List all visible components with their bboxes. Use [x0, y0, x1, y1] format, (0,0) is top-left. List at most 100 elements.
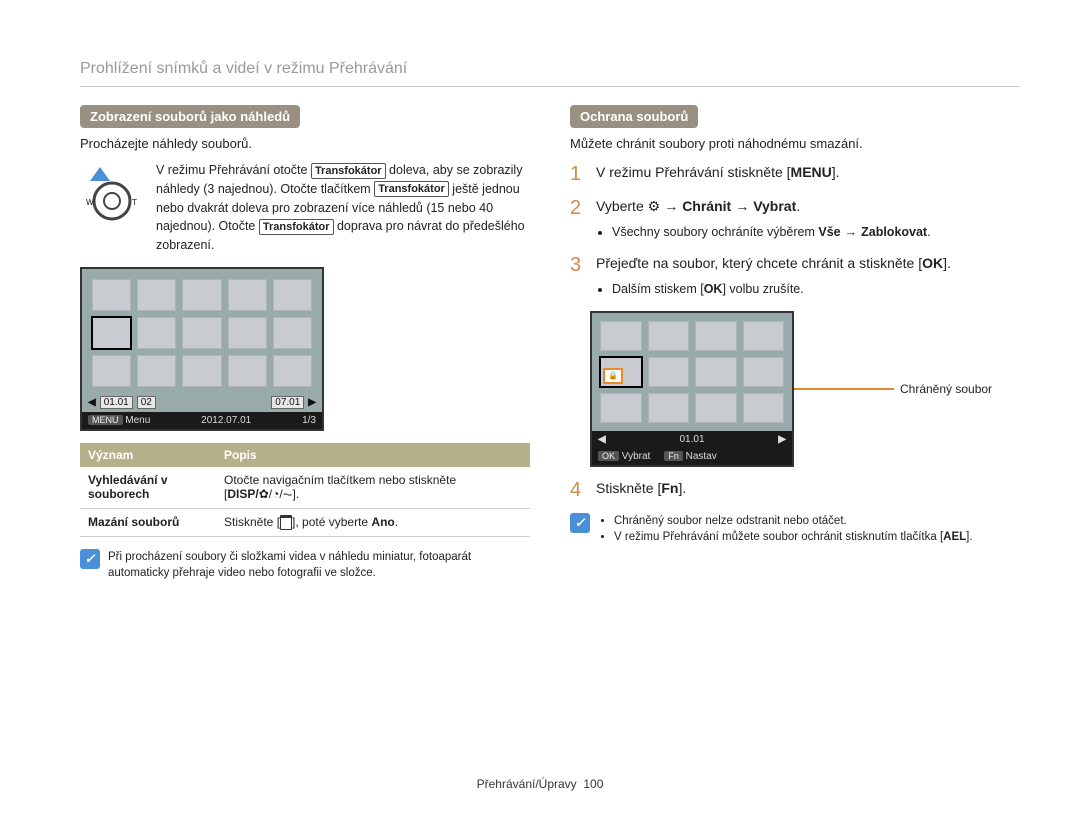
fn-label: Nastav: [686, 451, 717, 462]
svg-text:T: T: [132, 198, 137, 207]
thumbnails-date-bar: ◀ 01.01 02 07.01 ▶: [82, 393, 322, 412]
menu-key: MENU: [791, 164, 832, 180]
step-text: Přejeďte na soubor, který chcete chránit…: [596, 255, 922, 271]
gear-icon: ⚙: [648, 198, 661, 214]
thumbnail: [648, 393, 690, 423]
date-label: 2012.07.01: [201, 415, 251, 426]
wifi-icon: ⏦: [283, 487, 293, 501]
thumbnail: [273, 279, 312, 311]
note-block: ✓ Chráněný soubor nelze odstranit nebo o…: [570, 513, 1020, 545]
ok-pill: OK: [598, 451, 619, 461]
thumbnail: [137, 279, 176, 311]
note-item: Chráněný soubor nelze odstranit nebo otá…: [614, 513, 973, 529]
step-text: Stiskněte [: [596, 480, 661, 496]
flower-icon: ✿: [259, 487, 269, 501]
cell-desc: .: [395, 515, 398, 529]
thumbnail: [695, 321, 737, 351]
step-bullet: Dalším stiskem [OK] volbu zrušíte.: [612, 279, 1020, 299]
thumbnail: [137, 317, 176, 349]
bullet-text: ] volbu zrušíte.: [722, 282, 803, 296]
fn-pill: Fn: [664, 451, 683, 461]
thumbnail: [228, 317, 267, 349]
zoom-dial-icon: W T: [80, 161, 144, 225]
description-table: Význam Popis Vyhledávání v souborech Oto…: [80, 443, 530, 537]
thumbnail: [228, 279, 267, 311]
cell-desc: Otočte navigačním tlačítkem nebo stiskně…: [224, 473, 456, 487]
menu-label: Menu: [125, 415, 150, 426]
bullet-text: Dalším stiskem [: [612, 282, 704, 296]
thumbnail: [228, 355, 267, 387]
cell-label: souborech: [88, 487, 149, 501]
transfokator-button-3: Transfokátor: [259, 219, 334, 235]
note-text: ].: [966, 531, 972, 543]
ok-label: Vybrat: [622, 451, 651, 462]
fn-key: Fn: [661, 480, 678, 496]
thumbnail-selected: 🔒: [600, 357, 642, 387]
protect-bottom-bar: OK Vybrat Fn Nastav: [592, 448, 792, 465]
step-4: 4 Stiskněte [Fn].: [570, 477, 1020, 503]
thumbnail: [743, 357, 785, 387]
thumbnail: [600, 321, 642, 351]
arrow-left-icon: ◀: [598, 434, 606, 445]
step-bold: Chránit: [682, 198, 731, 214]
right-column: Ochrana souborů Můžete chránit soubory p…: [570, 105, 1020, 581]
callout-protected-file: Chráněný soubor: [900, 382, 992, 396]
page-indicator: 1/3: [302, 415, 316, 426]
disp-key: DISP/: [227, 487, 258, 501]
transfokator-button-1: Transfokátor: [311, 163, 386, 179]
step-number: 3: [570, 252, 586, 301]
footer-section: Přehrávání/Úpravy: [477, 777, 577, 791]
arrow-left-icon: ◀: [88, 397, 96, 408]
footer-page-number: 100: [583, 777, 603, 791]
step-text: ].: [943, 255, 951, 271]
thumbnail: [137, 355, 176, 387]
bullet-text: Všechny soubory ochráníte výběrem: [612, 225, 818, 239]
arrow-right-icon: →: [735, 198, 749, 214]
table-header-meaning: Význam: [80, 443, 216, 467]
info-icon: ✓: [80, 549, 100, 569]
step-number: 2: [570, 195, 586, 244]
thumbnails-intro: Procházejte náhledy souborů.: [80, 136, 530, 151]
thumbnails-bottom-bar: MENU Menu 2012.07.01 1/3: [82, 412, 322, 429]
date-box: 01.01: [100, 396, 133, 409]
timer-icon: ◔: [272, 487, 279, 501]
section-heading-protect: Ochrana souborů: [570, 105, 698, 128]
thumbnail: [92, 279, 131, 311]
thumbnail: [92, 355, 131, 387]
step-2: 2 Vyberte ⚙→Chránit→Vybrat. Všechny soub…: [570, 195, 1020, 244]
thumbnail-selected: [92, 317, 131, 349]
bullet-bold: Vše: [818, 225, 840, 239]
step-text: V režimu Přehrávání stiskněte [: [596, 164, 791, 180]
cell-bold: Ano: [371, 515, 394, 529]
step-text: ].: [832, 164, 840, 180]
thumbnail: [648, 357, 690, 387]
thumbnail: [182, 355, 221, 387]
step-text: Vyberte: [596, 198, 648, 214]
ok-key: OK: [922, 255, 943, 271]
arrow-right-icon: ▶: [778, 434, 786, 445]
protect-intro: Můžete chránit soubory proti náhodnému s…: [570, 136, 1020, 151]
step-number: 4: [570, 477, 586, 503]
step-bullet: Všechny soubory ochráníte výběrem Vše→Za…: [612, 222, 1020, 242]
protect-screenshot: 🔒 ◀ 01.01 ▶ OK Vybrat Fn: [590, 311, 794, 467]
arrow-right-icon: →: [664, 198, 678, 214]
cell-desc: ], poté vyberte: [292, 515, 371, 529]
table-row: Vyhledávání v souborech Otočte navigační…: [80, 467, 530, 509]
page-footer: Přehrávání/Úpravy 100: [0, 777, 1080, 791]
section-heading-thumbnails: Zobrazení souborů jako náhledů: [80, 105, 300, 128]
zoom-instructions: V režimu Přehrávání otočte Transfokátor …: [156, 161, 530, 255]
table-row: Mazání souborů Stiskněte [], poté vybert…: [80, 508, 530, 536]
menu-pill: MENU: [88, 415, 123, 425]
left-column: Zobrazení souborů jako náhledů Procházej…: [80, 105, 530, 581]
step-3: 3 Přejeďte na soubor, který chcete chrán…: [570, 252, 1020, 301]
thumbnail: [273, 317, 312, 349]
step-number: 1: [570, 161, 586, 187]
bullet-text: .: [927, 225, 930, 239]
bracket: ].: [293, 487, 300, 501]
transfokator-button-2: Transfokátor: [374, 181, 449, 197]
thumbnail: [695, 357, 737, 387]
thumbnail: [648, 321, 690, 351]
date-box: 02: [137, 396, 156, 409]
note-item: V režimu Přehrávání můžete soubor ochrán…: [614, 529, 973, 545]
note-text: Při procházení soubory či složkami videa…: [108, 549, 530, 581]
